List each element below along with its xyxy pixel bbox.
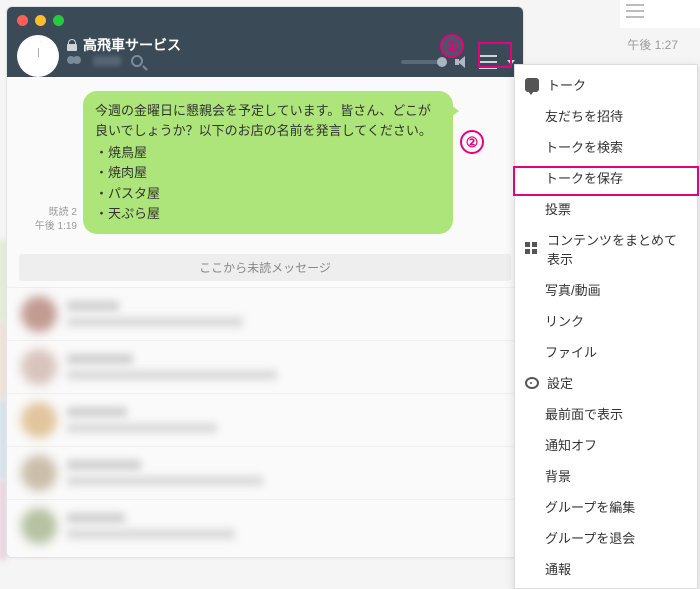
menu-label: トークを保存 (545, 168, 623, 187)
menu-label: トーク (547, 75, 586, 94)
room-avatar[interactable] (17, 35, 59, 77)
menu-invite-friends[interactable]: 友だちを招待 (515, 100, 697, 131)
message-meta: 既読 2 午後 1:19 (23, 206, 83, 234)
message-option: 天ぷら屋 (95, 204, 441, 224)
menu-label: 設定 (547, 373, 573, 392)
annotation-circle-1: ① (440, 34, 464, 58)
list-item[interactable] (7, 393, 523, 446)
outgoing-message-row: 既読 2 午後 1:19 今週の金曜日に懇親会を予定しています。皆さん、どこが良… (7, 77, 523, 238)
volume-slider[interactable] (401, 60, 445, 64)
menu-label: ファイル (545, 342, 597, 361)
options-menu: トーク 友だちを招待 トークを検索 トークを保存 投票 コンテンツをまとめて表示… (514, 64, 698, 589)
menu-label: 通報 (545, 559, 571, 578)
menu-leave-group[interactable]: グループを退会 (515, 522, 697, 553)
annotation-box-1 (478, 42, 512, 68)
unread-separator: ここから未読メッセージ (19, 254, 511, 281)
search-icon[interactable] (131, 55, 143, 67)
members-icon[interactable] (67, 56, 83, 66)
avatar (21, 349, 57, 385)
chat-window: 高飛車サービス 既読 2 午後 1:19 今週の金曜日に懇親会を予定しています。… (6, 6, 524, 558)
message-option: パスタ屋 (95, 184, 441, 204)
list-item[interactable] (7, 340, 523, 393)
read-count: 既読 2 (23, 206, 77, 220)
avatar (21, 455, 57, 491)
menu-label: リンク (545, 311, 584, 330)
room-title-row: 高飛車サービス (67, 35, 181, 55)
menu-label: コンテンツをまとめて表示 (547, 230, 687, 268)
chat-body: 既読 2 午後 1:19 今週の金曜日に懇親会を予定しています。皆さん、どこが良… (7, 77, 523, 557)
menu-label: グループを退会 (545, 528, 635, 547)
menu-poll[interactable]: 投票 (515, 193, 697, 224)
list-item-text (67, 301, 509, 327)
menu-header-talk: トーク (515, 69, 697, 100)
minimize-button[interactable] (35, 15, 46, 26)
menu-label: 最前面で表示 (545, 404, 623, 423)
menu-label: 友だちを招待 (545, 106, 623, 125)
message-text: 今週の金曜日に懇親会を予定しています。皆さん、どこが良いでしょうか？以下のお店の… (95, 101, 441, 141)
menu-label: 投票 (545, 199, 571, 218)
bg-hamburger-icon (626, 4, 644, 18)
members-count-blur (93, 56, 121, 66)
room-subrow (67, 55, 143, 67)
menu-background[interactable]: 背景 (515, 460, 697, 491)
menu-report[interactable]: 通報 (515, 553, 697, 584)
menu-header-contents: コンテンツをまとめて表示 (515, 224, 697, 274)
menu-topmost[interactable]: 最前面で表示 (515, 398, 697, 429)
room-title: 高飛車サービス (83, 35, 181, 55)
annotation-circle-2: ② (460, 130, 484, 154)
menu-file[interactable]: ファイル (515, 336, 697, 367)
avatar (21, 508, 57, 544)
menu-search-talk[interactable]: トークを検索 (515, 131, 697, 162)
avatar (21, 402, 57, 438)
list-item-text (67, 354, 509, 380)
list-item-text (67, 460, 509, 486)
menu-mute[interactable]: 通知オフ (515, 429, 697, 460)
menu-link[interactable]: リンク (515, 305, 697, 336)
menu-header-settings: 設定 (515, 367, 697, 398)
menu-save-talk[interactable]: トークを保存 (515, 162, 697, 193)
menu-photo-video[interactable]: 写真/動画 (515, 274, 697, 305)
maximize-button[interactable] (53, 15, 64, 26)
avatar (21, 296, 57, 332)
list-item[interactable] (7, 287, 523, 340)
talk-icon (525, 78, 539, 92)
avatar-clock-graphic (23, 41, 53, 71)
list-item-text (67, 407, 509, 433)
menu-label: グループを編集 (545, 497, 635, 516)
menu-label: トークを検索 (545, 137, 623, 156)
message-option: 焼鳥屋 (95, 143, 441, 163)
grid-icon (525, 242, 539, 256)
message-option: 焼肉屋 (95, 163, 441, 183)
menu-label: 写真/動画 (545, 280, 601, 299)
message-bubble[interactable]: 今週の金曜日に懇親会を予定しています。皆さん、どこが良いでしょうか？以下のお店の… (83, 91, 453, 234)
gear-icon (525, 377, 539, 389)
menu-label: 通知オフ (545, 435, 597, 454)
message-options-list: 焼鳥屋焼肉屋パスタ屋天ぷら屋 (95, 143, 441, 224)
window-controls[interactable] (17, 15, 64, 26)
menu-edit-group[interactable]: グループを編集 (515, 491, 697, 522)
close-button[interactable] (17, 15, 28, 26)
menu-label: 背景 (545, 466, 571, 485)
background-app-strip (620, 0, 700, 28)
list-item[interactable] (7, 499, 523, 552)
bg-time-label: 午後 1:27 (627, 36, 678, 53)
blurred-message-list (7, 287, 523, 552)
list-item-text (67, 513, 509, 539)
speaker-icon[interactable] (455, 56, 469, 68)
lock-icon (67, 39, 77, 51)
list-item[interactable] (7, 446, 523, 499)
message-time: 午後 1:19 (23, 220, 77, 234)
